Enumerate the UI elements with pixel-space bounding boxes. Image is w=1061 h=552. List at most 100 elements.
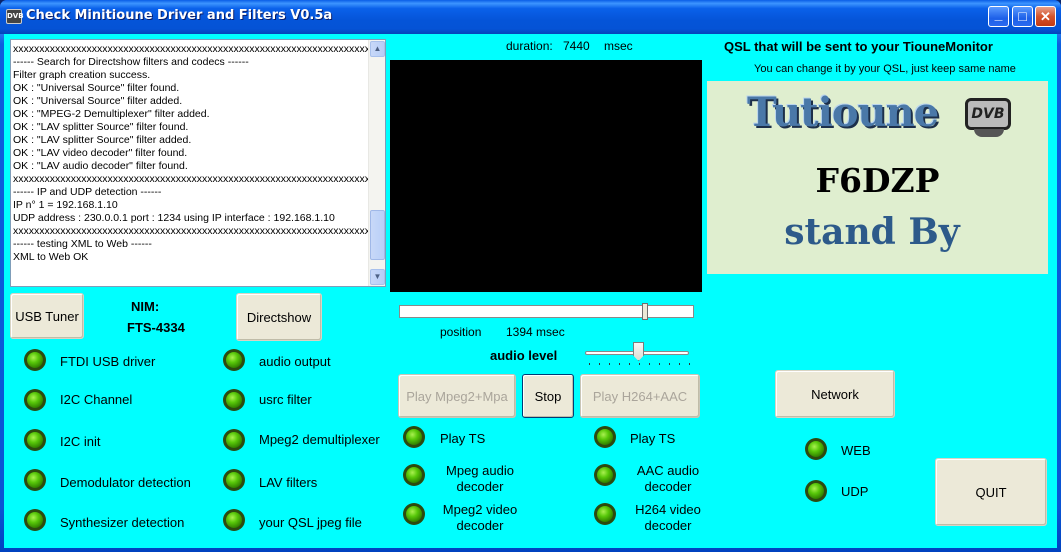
- status-led-usrc-filter: [223, 389, 245, 411]
- aac-audio-decoder-led: [594, 464, 616, 486]
- h264-play-ts-label: Play TS: [630, 431, 676, 446]
- duration-value: 7440: [563, 39, 590, 53]
- udp-label: UDP: [841, 484, 869, 499]
- status-led-i2c-channel: [24, 389, 46, 411]
- h264-video-decoder-label: H264 video decoder: [635, 502, 701, 533]
- status-led-synthesizer: [24, 509, 46, 531]
- audio-level-ticks: [589, 363, 690, 366]
- h264-play-ts-led: [594, 426, 616, 448]
- audio-level-label: audio level: [490, 348, 558, 363]
- audio-level-tick: [639, 363, 640, 365]
- play-mpeg2-button[interactable]: Play Mpeg2+Mpa: [398, 374, 516, 418]
- position-slider-track[interactable]: [399, 305, 694, 318]
- qsl-status: stand By: [784, 211, 960, 253]
- mpeg-play-ts-led: [403, 426, 425, 448]
- directshow-button[interactable]: Directshow: [236, 293, 322, 341]
- mpeg-play-ts-label: Play TS: [440, 431, 486, 446]
- maximize-button[interactable]: □: [1012, 6, 1033, 27]
- log-line: OK : "LAV video decoder" filter found.: [13, 147, 188, 159]
- close-button[interactable]: ✕: [1035, 6, 1056, 27]
- mpeg-audio-decoder-label: Mpeg audio decoder: [446, 463, 514, 494]
- log-line: ------ testing XML to Web ------: [13, 238, 152, 250]
- dvb-tv-icon: DVB: [965, 98, 1011, 137]
- maximize-icon: □: [1018, 8, 1027, 24]
- web-led: [805, 438, 827, 460]
- audio-level-tick: [649, 363, 650, 365]
- log-line: OK : "LAV audio decoder" filter found.: [13, 160, 188, 172]
- audio-level-tick: [629, 363, 630, 365]
- nim-label: NIM:: [131, 299, 160, 314]
- position-label: position: [440, 325, 482, 339]
- status-led-lav-filters: [223, 469, 245, 491]
- status-label-lav-filters: LAV filters: [259, 475, 318, 490]
- log-line: OK : "Universal Source" filter added.: [13, 95, 183, 107]
- qsl-callsign: F6DZP: [815, 161, 940, 200]
- scroll-down-arrow-icon[interactable]: ▼: [370, 269, 385, 285]
- log-line: Filter graph creation success.: [13, 69, 151, 81]
- log-scrollbar[interactable]: ▲ ▼: [368, 40, 385, 286]
- network-button[interactable]: Network: [775, 370, 895, 418]
- qsl-logo: Tutioune: [747, 89, 939, 136]
- status-led-i2c-init: [24, 429, 46, 451]
- qsl-hint: You can change it by your QSL, just keep…: [754, 63, 1016, 75]
- h264-video-decoder-led: [594, 503, 616, 525]
- log-line: xxxxxxxxxxxxxxxxxxxxxxxxxxxxxxxxxxxxxxxx…: [13, 43, 368, 55]
- nim-value: FTS-4334: [127, 320, 185, 335]
- log-lines: xxxxxxxxxxxxxxxxxxxxxxxxxxxxxxxxxxxxxxxx…: [13, 43, 368, 264]
- main-window: DVB Check Minitioune Driver and Filters …: [0, 0, 1061, 552]
- quit-button[interactable]: QUIT: [935, 458, 1047, 526]
- log-textbox[interactable]: xxxxxxxxxxxxxxxxxxxxxxxxxxxxxxxxxxxxxxxx…: [10, 39, 386, 287]
- close-icon: ✕: [1040, 9, 1051, 24]
- log-line: OK : "LAV splitter Source" filter added.: [13, 134, 192, 146]
- status-led-audio-output: [223, 349, 245, 371]
- status-led-mpeg2-demultiplexer: [223, 429, 245, 451]
- log-line: xxxxxxxxxxxxxxxxxxxxxxxxxxxxxxxxxxxxxxxx…: [13, 225, 368, 237]
- duration-unit: msec: [604, 39, 633, 53]
- log-line: IP n° 1 = 192.168.1.10: [13, 199, 118, 211]
- status-label-synthesizer: Synthesizer detection: [60, 515, 185, 530]
- aac-audio-decoder-label: AAC audio decoder: [636, 463, 700, 494]
- mpeg2-video-decoder-led: [403, 503, 425, 525]
- audio-level-tick: [659, 363, 660, 365]
- audio-level-slider-thumb[interactable]: [633, 342, 644, 361]
- minimize-button[interactable]: _: [988, 6, 1009, 27]
- status-label-audio-output: audio output: [259, 354, 331, 369]
- log-line: XML to Web OK: [13, 251, 89, 263]
- web-label: WEB: [841, 443, 871, 458]
- status-label-qsl-jpeg: your QSL jpeg file: [259, 515, 362, 530]
- app-icon: DVB: [6, 9, 24, 24]
- minimize-icon: _: [994, 6, 1003, 22]
- mpeg-audio-decoder-led: [403, 464, 425, 486]
- window-title: Check Minitioune Driver and Filters V0.5…: [26, 8, 333, 23]
- audio-level-tick: [599, 363, 600, 365]
- udp-led: [805, 480, 827, 502]
- audio-level-tick: [669, 363, 670, 365]
- audio-level-tick: [689, 363, 690, 365]
- log-line: OK : "MPEG-2 Demultiplexer" filter added…: [13, 108, 210, 120]
- title-bar[interactable]: DVB Check Minitioune Driver and Filters …: [0, 0, 1061, 34]
- log-line: ------ IP and UDP detection ------: [13, 186, 162, 198]
- qsl-image: Tutioune DVB F6DZP stand By: [707, 81, 1048, 274]
- scroll-thumb[interactable]: [370, 210, 385, 260]
- position-slider-thumb[interactable]: [642, 303, 648, 320]
- audio-level-tick: [619, 363, 620, 365]
- status-label-ftdi-usb-driver: FTDI USB driver: [60, 354, 156, 369]
- log-line: xxxxxxxxxxxxxxxxxxxxxxxxxxxxxxxxxxxxxxxx…: [13, 173, 368, 185]
- status-led-ftdi-usb-driver: [24, 349, 46, 371]
- stop-button[interactable]: Stop: [522, 374, 574, 418]
- position-value: 1394 msec: [506, 325, 565, 339]
- status-label-i2c-init: I2C init: [60, 434, 101, 449]
- log-line: UDP address : 230.0.0.1 port : 1234 usin…: [13, 212, 335, 224]
- log-line: OK : "LAV splitter Source" filter found.: [13, 121, 189, 133]
- video-preview: [390, 60, 702, 292]
- usb-tuner-button[interactable]: USB Tuner: [10, 293, 84, 339]
- play-h264-button[interactable]: Play H264+AAC: [580, 374, 700, 418]
- status-label-usrc-filter: usrc filter: [259, 392, 312, 407]
- scroll-up-arrow-icon[interactable]: ▲: [370, 41, 385, 57]
- qsl-heading: QSL that will be sent to your TiouneMoni…: [724, 39, 993, 54]
- log-line: OK : "Universal Source" filter found.: [13, 82, 180, 94]
- log-line: ------ Search for Directshow filters and…: [13, 56, 249, 68]
- status-led-qsl-jpeg: [223, 509, 245, 531]
- status-label-i2c-channel: I2C Channel: [60, 392, 133, 407]
- duration-label: duration:: [506, 39, 553, 53]
